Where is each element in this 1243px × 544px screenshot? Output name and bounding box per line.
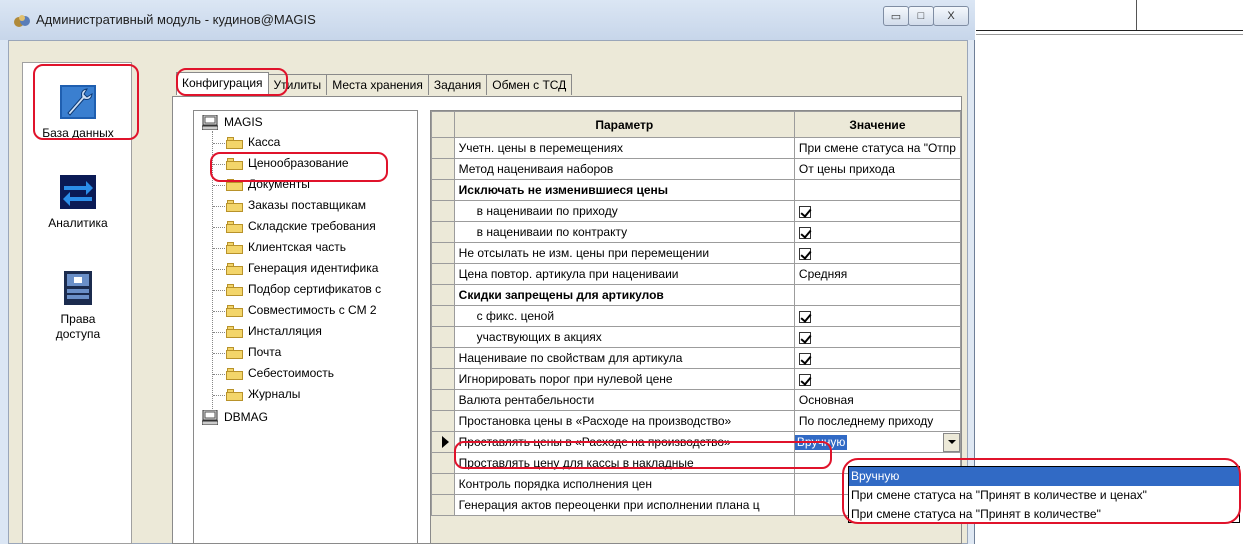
tree-line (213, 374, 227, 375)
tree-line (213, 269, 227, 270)
folder-icon (226, 347, 243, 359)
minimize-button[interactable]: ▭ (883, 6, 909, 26)
maximize-icon: □ (917, 10, 925, 22)
table-row[interactable]: в нацениваии по контракту (431, 221, 961, 243)
table-row[interactable]: в нацениваии по приходу (431, 200, 961, 222)
background-line (976, 34, 1243, 35)
background-line (1136, 0, 1137, 30)
checkbox-checked[interactable] (798, 226, 811, 239)
folder-icon (226, 137, 243, 149)
sidebar-item-label: Права доступа (55, 312, 101, 341)
window-title: Административный модуль - кудинов@MAGIS (36, 12, 316, 27)
table-row[interactable]: Не отсылать не изм. цены при перемещении (431, 242, 961, 264)
folder-icon (226, 263, 243, 275)
highlight-dropdown (842, 458, 1241, 524)
tree-line (213, 290, 227, 291)
folder-icon (226, 305, 243, 317)
close-icon: X (947, 10, 955, 22)
maximize-button[interactable]: □ (908, 6, 934, 26)
folder-icon (226, 221, 243, 233)
computer-icon (202, 410, 218, 425)
tree-line (213, 248, 227, 249)
checkbox-checked[interactable] (798, 373, 811, 386)
table-row[interactable]: Валюта рентабельности Основная (431, 389, 961, 411)
app-icon (14, 15, 30, 27)
table-section-row: Исключать не изменившиеся цены (431, 179, 961, 201)
minimize-icon: ▭ (890, 10, 902, 23)
highlight-pricing-node (210, 152, 388, 182)
table-row[interactable]: участвующих в акциях (431, 326, 961, 348)
chevron-down-icon[interactable] (943, 432, 960, 452)
row-indicator-header (431, 111, 455, 138)
checkbox-checked[interactable] (798, 247, 811, 260)
table-row[interactable]: с фикс. ценой (431, 305, 961, 327)
arrows-exchange-icon (60, 175, 96, 209)
folder-icon (226, 326, 243, 338)
tree-line (213, 227, 227, 228)
table-header-row: Параметр Значение (431, 111, 961, 138)
folder-icon (226, 389, 243, 401)
highlight-configuration-tab (176, 68, 288, 96)
tree-line (213, 311, 227, 312)
table-row[interactable]: Учетн. цены в перемещениях При смене стат… (431, 137, 961, 159)
column-header-param[interactable]: Параметр (453, 111, 795, 138)
tree-line (213, 332, 227, 333)
window-frame (0, 40, 8, 544)
sidebar-item-label: Аналитика (48, 216, 108, 230)
computer-icon (202, 115, 218, 130)
folder-icon (226, 242, 243, 254)
tree-line (213, 143, 227, 144)
tree-line (213, 185, 227, 186)
tree-node-label: MAGIS (224, 115, 263, 129)
admin-window: Административный модуль - кудинов@MAGIS … (0, 0, 975, 544)
current-row-arrow-icon (442, 436, 449, 448)
tree-line (213, 353, 227, 354)
close-button[interactable]: X (933, 6, 969, 26)
folder-icon (226, 284, 243, 296)
tab-tasks[interactable]: Задания (427, 74, 488, 95)
tree-line (213, 206, 227, 207)
sidebar-item-analytics[interactable]: Аналитика (23, 175, 133, 230)
folder-icon (226, 368, 243, 380)
checkbox-checked[interactable] (798, 310, 811, 323)
checkbox-checked[interactable] (798, 205, 811, 218)
table-section-row: Скидки запрещены для артикулов (431, 284, 961, 306)
table-row[interactable]: Метод нацениваия наборов От цены прихода (431, 158, 961, 180)
folder-icon (226, 200, 243, 212)
checkbox-checked[interactable] (798, 331, 811, 344)
highlight-database (33, 64, 139, 140)
highlight-price-row (454, 441, 832, 469)
access-rights-icon (64, 271, 92, 305)
title-bar[interactable]: Административный модуль - кудинов@MAGIS … (0, 0, 975, 40)
table-row[interactable]: Нацениваие по свойствам для артикула (431, 347, 961, 369)
tree-line (213, 395, 227, 396)
column-header-value[interactable]: Значение (793, 111, 961, 138)
sidebar-item-access-rights[interactable]: Права доступа (23, 271, 133, 342)
table-row[interactable]: Игнорировать порог при нулевой цене (431, 368, 961, 390)
table-row[interactable]: Цена повтор. артикула при нацениваии Сред… (431, 263, 961, 285)
tab-tsd-exchange[interactable]: Обмен с ТСД (486, 74, 573, 95)
table-row[interactable]: Простановка цены в «Расходе на производс… (431, 410, 961, 432)
checkbox-checked[interactable] (798, 352, 811, 365)
background-line (976, 30, 1243, 31)
tree-node-label: DBMAG (224, 410, 269, 424)
tab-storage-locations[interactable]: Места хранения (326, 74, 429, 95)
